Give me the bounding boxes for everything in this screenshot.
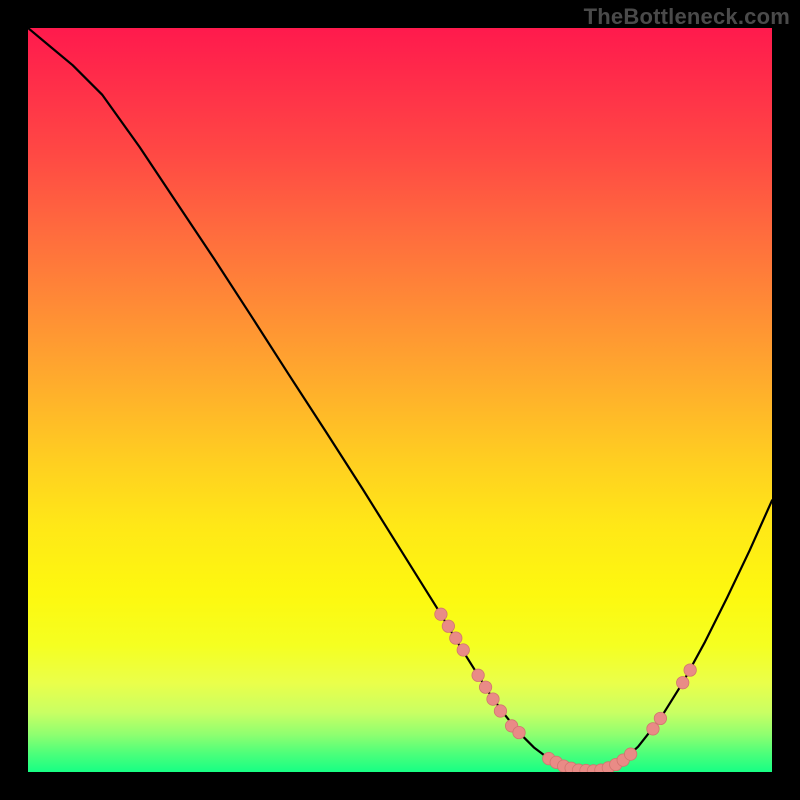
bottleneck-curve bbox=[28, 28, 772, 771]
data-marker bbox=[677, 677, 689, 689]
data-marker bbox=[654, 712, 666, 724]
data-marker bbox=[450, 632, 462, 644]
data-marker bbox=[624, 748, 636, 760]
chart-area bbox=[28, 28, 772, 772]
chart-svg bbox=[28, 28, 772, 772]
data-marker bbox=[494, 705, 506, 717]
data-marker bbox=[472, 669, 484, 681]
data-marker bbox=[457, 644, 469, 656]
data-marker bbox=[647, 723, 659, 735]
data-marker bbox=[487, 693, 499, 705]
watermark-text: TheBottleneck.com bbox=[584, 4, 790, 30]
data-marker bbox=[684, 664, 696, 676]
data-marker bbox=[442, 620, 454, 632]
data-marker bbox=[513, 726, 525, 738]
data-marker bbox=[479, 681, 491, 693]
data-markers bbox=[435, 608, 697, 772]
data-marker bbox=[435, 608, 447, 620]
